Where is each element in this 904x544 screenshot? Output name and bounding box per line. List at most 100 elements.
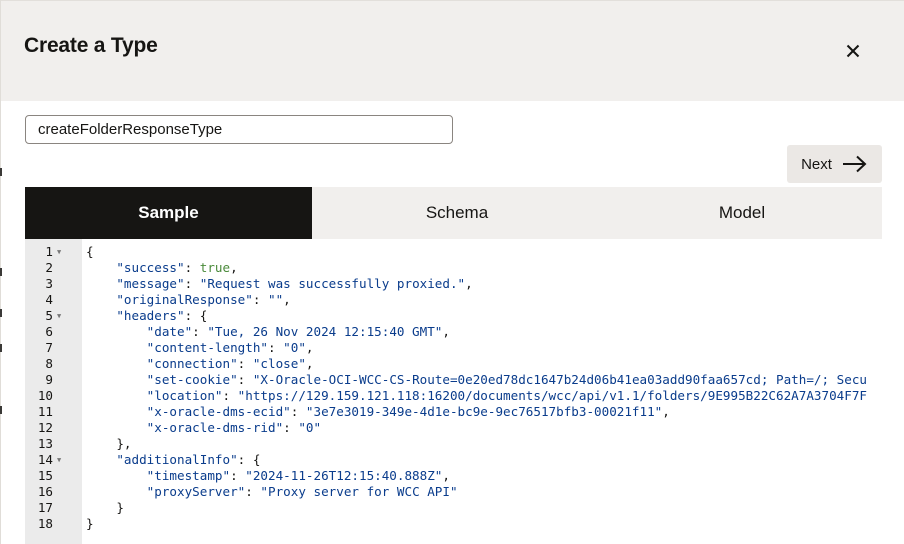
code-token: "date" (146, 324, 193, 339)
code-token: "x-oracle-dms-rid" (146, 420, 284, 435)
line-number: 3 (45, 276, 53, 291)
code-token: }, (86, 436, 132, 451)
code-token: "https://129.159.121.118:16200/documents… (237, 388, 867, 403)
create-type-dialog: Create a Type Next Sample Schema Model 1… (0, 0, 904, 544)
line-number: 1 (45, 244, 53, 259)
code-line: "connection": "close", (86, 356, 314, 372)
code-line: "success": true, (86, 260, 238, 276)
next-button[interactable]: Next (787, 145, 882, 183)
code-token: "Tue, 26 Nov 2024 12:15:40 GMT" (207, 324, 443, 339)
code-line: "originalResponse": "", (86, 292, 291, 308)
code-token: , (230, 260, 238, 275)
line-number: 10 (37, 388, 53, 403)
close-button[interactable] (839, 37, 867, 65)
code-line: }, (86, 436, 132, 452)
code-token: "0" (298, 420, 322, 435)
line-number: 2 (45, 260, 53, 275)
tab-model-label: Model (718, 203, 766, 222)
code-token: : { (237, 452, 261, 467)
line-number: 6 (45, 324, 53, 339)
code-token: : (192, 324, 208, 339)
code-token: "close" (252, 356, 306, 371)
code-token: "location" (146, 388, 223, 403)
tab-schema-label: Schema (425, 203, 489, 222)
code-token: , (662, 404, 670, 419)
fold-toggle-icon[interactable]: ▼ (57, 308, 61, 324)
code-line: "x-oracle-dms-rid": "0" (86, 420, 321, 436)
code-token: : (184, 276, 200, 291)
dialog-header: Create a Type (1, 0, 904, 101)
code-token: : (268, 340, 284, 355)
fold-toggle-icon[interactable]: ▼ (57, 244, 61, 260)
code-token: "3e7e3019-349e-4d1e-bc9e-9ec76517bfb3-00… (305, 404, 663, 419)
code-token: "timestamp" (146, 468, 231, 483)
type-tabs: Sample Schema Model (25, 187, 882, 239)
code-token: "set-cookie" (146, 372, 238, 387)
tab-schema[interactable]: Schema (312, 187, 602, 239)
line-number: 11 (37, 404, 53, 419)
line-number: 5 (45, 308, 53, 323)
code-line: "timestamp": "2024-11-26T12:15:40.888Z", (86, 468, 450, 484)
line-number: 7 (45, 340, 53, 355)
code-token: "proxyServer" (146, 484, 246, 499)
tab-model[interactable]: Model (602, 187, 882, 239)
code-token: : { (184, 308, 208, 323)
code-token: { (86, 244, 94, 259)
edge-mark (0, 344, 2, 352)
code-token: "2024-11-26T12:15:40.888Z" (245, 468, 443, 483)
line-number: 14 (37, 452, 53, 467)
fold-toggle-icon[interactable]: ▼ (57, 452, 61, 468)
code-token: : (290, 404, 306, 419)
edge-mark (0, 268, 2, 276)
code-token: , (442, 324, 450, 339)
code-token: , (442, 468, 450, 483)
code-line: "message": "Request was successfully pro… (86, 276, 472, 292)
type-name-input[interactable] (25, 115, 453, 144)
line-number: 17 (37, 500, 53, 515)
code-token: : (252, 292, 268, 307)
tab-sample-label: Sample (138, 203, 199, 222)
code-line: "additionalInfo": { (86, 452, 260, 468)
code-token: : (222, 388, 238, 403)
code-token: "" (268, 292, 284, 307)
code-token: "x-oracle-dms-ecid" (146, 404, 291, 419)
code-token: : (283, 420, 299, 435)
line-number: 9 (45, 372, 53, 387)
code-token: : (245, 484, 261, 499)
edge-mark (0, 309, 2, 317)
line-number: 8 (45, 356, 53, 371)
code-token: : (230, 468, 246, 483)
line-number: 16 (37, 484, 53, 499)
code-token: "connection" (146, 356, 238, 371)
line-number: 4 (45, 292, 53, 307)
line-number: 13 (37, 436, 53, 451)
edge-mark (0, 406, 2, 414)
tab-sample[interactable]: Sample (25, 187, 312, 239)
code-token: true (199, 260, 231, 275)
line-number: 15 (37, 468, 53, 483)
code-token: , (283, 292, 291, 307)
dialog-title: Create a Type (24, 34, 158, 57)
code-token: "message" (116, 276, 185, 291)
json-code-editor[interactable]: 1 ▼ {2 "success": true, 3 "message": "Reque… (25, 239, 882, 544)
code-line: } (86, 516, 94, 532)
code-line: "set-cookie": "X-Oracle-OCI-WCC-CS-Route… (86, 372, 867, 388)
code-line: { (86, 244, 94, 260)
code-token: "success" (116, 260, 185, 275)
code-line: "proxyServer": "Proxy server for WCC API… (86, 484, 458, 500)
code-token: , (305, 356, 314, 371)
code-line: "content-length": "0", (86, 340, 314, 356)
edge-mark (0, 168, 2, 176)
code-token: "Proxy server for WCC API" (260, 484, 458, 499)
